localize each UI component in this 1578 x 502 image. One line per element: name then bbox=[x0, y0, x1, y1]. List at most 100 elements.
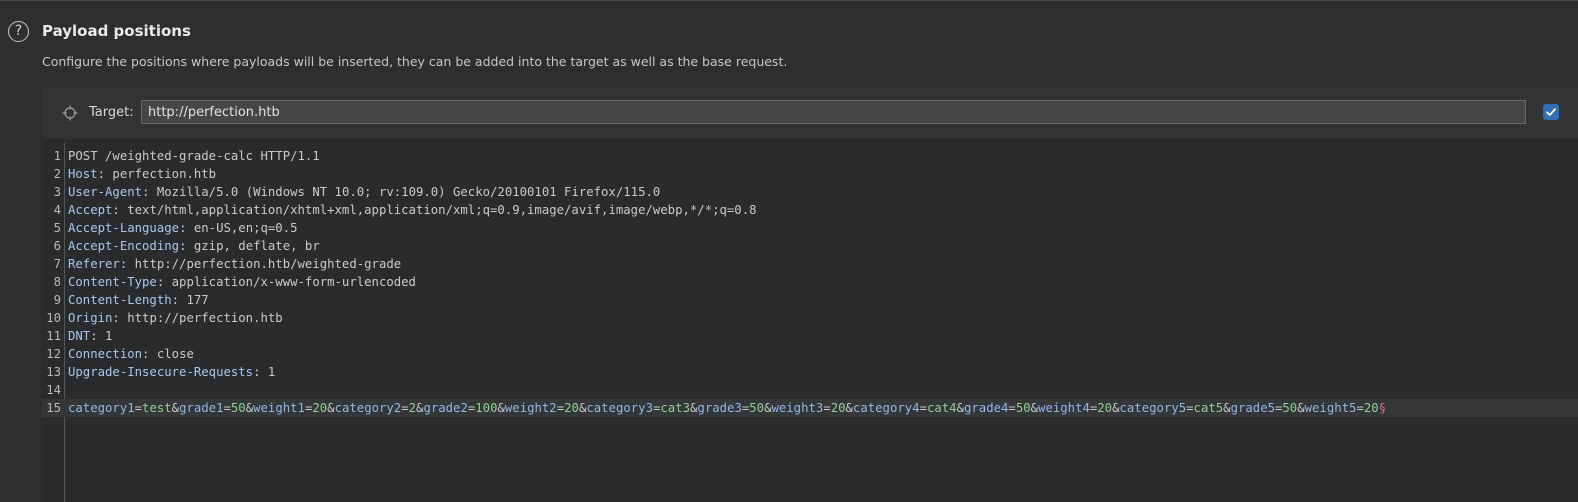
line-text: Content-Length: 177 bbox=[68, 291, 209, 309]
param-equals: = bbox=[401, 401, 409, 415]
header-name: Content-Length bbox=[68, 293, 172, 307]
target-label: Target: bbox=[89, 105, 134, 120]
code-line[interactable]: 5 Accept-Language: en-US,en;q=0.5 bbox=[42, 219, 1578, 237]
param-value: 50 bbox=[1015, 401, 1031, 415]
param-separator: & bbox=[1030, 401, 1039, 415]
code-line[interactable]: 11 DNT: 1 bbox=[42, 327, 1578, 345]
code-line[interactable]: 2 Host: perfection.htb bbox=[42, 165, 1578, 183]
header-name: Origin bbox=[68, 311, 113, 325]
line-text: category1=test&grade1=50&weight1=20&cate… bbox=[68, 399, 1386, 417]
line-text: User-Agent: Mozilla/5.0 (Windows NT 10.0… bbox=[68, 183, 660, 201]
line-text: POST /weighted-grade-calc HTTP/1.1 bbox=[68, 149, 320, 163]
header-separator: : bbox=[112, 311, 120, 325]
line-text: Origin: http://perfection.htb bbox=[68, 309, 283, 327]
line-number: 13 bbox=[46, 365, 61, 379]
param-key: grade2 bbox=[423, 401, 468, 415]
line-text: Upgrade-Insecure-Requests: 1 bbox=[68, 363, 275, 381]
param-equals: = bbox=[1356, 401, 1364, 415]
code-line[interactable]: 7 Referer: http://perfection.htb/weighted… bbox=[42, 255, 1578, 273]
param-value: 50 bbox=[1282, 401, 1298, 415]
line-number: 5 bbox=[53, 221, 61, 235]
line-number: 9 bbox=[53, 293, 61, 307]
param-key: weight2 bbox=[504, 401, 557, 415]
param-separator: & bbox=[171, 401, 180, 415]
request-editor-panel: Target: 1 POST /weighted-grade-calc HTTP/… bbox=[42, 87, 1578, 502]
payload-positions-page: ? Payload positions Configure the positi… bbox=[0, 0, 1578, 502]
param-separator: & bbox=[245, 401, 254, 415]
header-value: en-US,en;q=0.5 bbox=[186, 221, 298, 235]
param-separator: & bbox=[956, 401, 964, 415]
param-key: weight4 bbox=[1038, 401, 1090, 415]
line-number: 15 bbox=[46, 401, 61, 415]
code-line[interactable]: 3 User-Agent: Mozilla/5.0 (Windows NT 10.… bbox=[42, 183, 1578, 201]
request-editor[interactable]: 1 POST /weighted-grade-calc HTTP/1.1 2 Host… bbox=[42, 143, 1578, 502]
param-key: grade3 bbox=[697, 401, 742, 415]
code-line[interactable]: 8 Content-Type: application/x-www-form-ur… bbox=[42, 273, 1578, 291]
header-separator: : bbox=[90, 329, 98, 343]
line-number: 2 bbox=[53, 167, 61, 181]
param-value: 2 bbox=[408, 401, 417, 415]
help-icon[interactable]: ? bbox=[8, 21, 29, 42]
header-value: perfection.htb bbox=[105, 167, 217, 181]
header-value: close bbox=[149, 347, 194, 361]
header-value: gzip, deflate, br bbox=[186, 239, 320, 253]
code-line[interactable]: 6 Accept-Encoding: gzip, deflate, br bbox=[42, 237, 1578, 255]
header-name: Accept-Encoding bbox=[68, 239, 180, 253]
header-name: DNT bbox=[68, 329, 91, 343]
param-value: cat4 bbox=[926, 401, 957, 415]
param-value: cat5 bbox=[1193, 401, 1224, 415]
param-equals: = bbox=[919, 401, 927, 415]
code-line[interactable]: 9 Content-Length: 177 bbox=[42, 291, 1578, 309]
target-checkbox[interactable] bbox=[1543, 104, 1559, 120]
code-line[interactable]: 14 bbox=[42, 381, 1578, 399]
header-separator: : bbox=[253, 365, 261, 379]
header-value: 1 bbox=[260, 365, 276, 379]
line-number: 4 bbox=[53, 203, 61, 217]
param-key: category5 bbox=[1119, 401, 1187, 415]
header-name: Upgrade-Insecure-Requests bbox=[68, 365, 254, 379]
header-name: Referer bbox=[68, 257, 120, 271]
line-number: 14 bbox=[46, 383, 61, 397]
code-line[interactable]: 1 POST /weighted-grade-calc HTTP/1.1 bbox=[42, 147, 1578, 165]
line-text: Accept-Language: en-US,en;q=0.5 bbox=[68, 219, 298, 237]
header-name: User-Agent bbox=[68, 185, 143, 199]
code-line[interactable]: 10 Origin: http://perfection.htb bbox=[42, 309, 1578, 327]
target-bar: Target: bbox=[42, 87, 1578, 139]
line-number: 8 bbox=[53, 275, 61, 289]
header-value: Mozilla/5.0 (Windows NT 10.0; rv:109.0) … bbox=[149, 185, 661, 199]
param-value: 50 bbox=[230, 401, 246, 415]
param-key: weight1 bbox=[253, 401, 305, 415]
param-value: 100 bbox=[475, 401, 498, 415]
param-key: grade4 bbox=[964, 401, 1009, 415]
target-url-input[interactable] bbox=[141, 100, 1526, 124]
param-value: test bbox=[142, 401, 172, 415]
code-line[interactable]: 4 Accept: text/html,application/xhtml+xml… bbox=[42, 201, 1578, 219]
header-name: Accept bbox=[68, 203, 113, 217]
param-equals: = bbox=[823, 401, 831, 415]
line-text: DNT: 1 bbox=[68, 327, 112, 345]
code-line[interactable]: 12 Connection: close bbox=[42, 345, 1578, 363]
line-number: 10 bbox=[46, 311, 61, 325]
line-number: 7 bbox=[53, 257, 61, 271]
param-key: category1 bbox=[68, 401, 135, 415]
line-text: Host: perfection.htb bbox=[68, 165, 216, 183]
header-separator: : bbox=[112, 203, 120, 217]
header-value: 177 bbox=[179, 293, 209, 307]
line-number: 3 bbox=[53, 185, 61, 199]
header-value: application/x-www-form-urlencoded bbox=[164, 275, 416, 289]
code-line[interactable]: 13 Upgrade-Insecure-Requests: 1 bbox=[42, 363, 1578, 381]
param-equals: = bbox=[556, 401, 565, 415]
line-number: 11 bbox=[46, 329, 61, 343]
param-value: 20 bbox=[830, 401, 846, 415]
crosshair-icon[interactable] bbox=[62, 105, 78, 121]
header-value: http://perfection.htb/weighted-grade bbox=[127, 257, 402, 271]
line-text: Referer: http://perfection.htb/weighted-… bbox=[68, 255, 401, 273]
param-value: 20 bbox=[1097, 401, 1113, 415]
section-description: Configure the positions where payloads w… bbox=[42, 54, 788, 69]
checkmark-icon bbox=[1546, 108, 1556, 116]
param-key: category3 bbox=[586, 401, 653, 415]
line-number: 1 bbox=[53, 149, 61, 163]
code-line[interactable]: 15 category1=test&grade1=50&weight1=20&ca… bbox=[42, 399, 1578, 417]
param-equals: = bbox=[223, 401, 231, 415]
param-key: grade5 bbox=[1230, 401, 1275, 415]
